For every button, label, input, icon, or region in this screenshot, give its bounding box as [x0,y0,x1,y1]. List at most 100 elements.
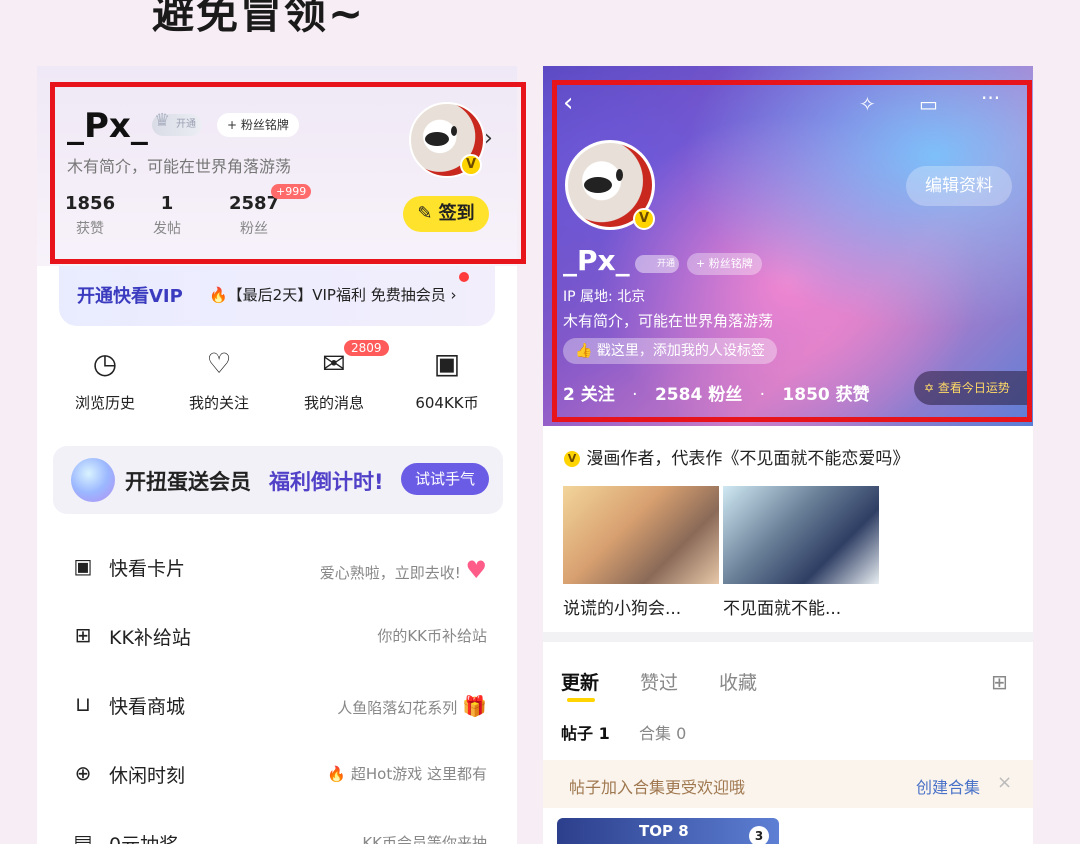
profile-stats: 2 关注 · 2584 粉丝 · 1850 获赞 [563,380,870,405]
gacha-banner[interactable]: 开扭蛋送会员 福利倒计时! 试试手气 [53,446,503,514]
separator: · [759,385,766,405]
creator-line: V 漫画作者，代表作《不见面就不能恋爱吗》 [563,444,909,469]
menu-label: 快看卡片 [109,558,186,580]
menu-item-cards[interactable]: ▣ 快看卡片 爱心熟啦，立即去收! ♥ [37,534,517,602]
clock-icon: ◷ [92,346,118,380]
checkin-label: 签到 [438,203,475,224]
crown-icon: ♛ [154,110,171,131]
avatar-art-eye [616,169,623,181]
fan-badge-button[interactable]: + 粉丝铭牌 [687,253,762,275]
close-icon[interactable]: × [997,772,1012,793]
menu-item-games[interactable]: ⊕ 休闲时刻 🔥 超Hot游戏 这里都有 [37,741,517,809]
follow-count[interactable]: 2 关注 [563,385,615,405]
quick-follows[interactable]: ♡ 我的关注 [169,346,269,413]
menu-item-lottery[interactable]: ▤ 0元抽奖 KK币会员等你来抽 [37,810,517,844]
right-profile-panel: ‹ ✧ ▭ ··· V 编辑资料 _Px_ 开通 + 粉丝铭牌 IP 属地: 北… [543,66,1033,844]
cart-icon: ⊔ [75,692,91,716]
creator-card: V 漫画作者，代表作《不见面就不能恋爱吗》 说谎的小狗会... 不见面就不能..… [543,426,1033,632]
quick-actions: ◷ 浏览历史 ♡ 我的关注 ✉ 我的消息 ▣ 604KK币 [37,346,517,426]
quick-history[interactable]: ◷ 浏览历史 [55,346,155,413]
create-collection-link[interactable]: 创建合集 [916,774,980,798]
username: _Px_ [67,106,148,146]
menu-sub-text: 人鱼陷落幻花系列 [337,699,458,717]
back-icon[interactable]: ‹ [563,88,573,118]
profile-card: _Px_ ♛ 开通 + 粉丝铭牌 木有简介，可能在世界角落游荡 1856 获赞 … [37,66,517,266]
wallet-icon: ▣ [433,346,461,380]
card-icon[interactable]: ▭ [919,92,938,116]
add-tag-button[interactable]: 👍 戳这里，添加我的人设标签 [563,338,777,364]
menu-sub: 人鱼陷落幻花系列 🎁 [337,694,487,718]
edit-profile-button[interactable]: 编辑资料 [906,166,1012,206]
quick-wallet[interactable]: ▣ 604KK币 [397,346,497,413]
profile-bio: 木有简介，可能在世界角落游荡 [563,312,774,330]
more-icon[interactable]: ··· [981,86,1000,110]
profile-bio: 木有简介，可能在世界角落游荡 [67,157,292,176]
verified-icon: V [563,450,581,468]
menu-item-mall[interactable]: ⊔ 快看商城 人鱼陷落幻花系列 🎁 [37,672,517,740]
ip-location: IP 属地: 北京 [563,289,646,305]
comic-cover [723,486,879,584]
tab-favorites[interactable]: 收藏 [719,668,757,695]
notification-dot [459,272,469,282]
gift-box-icon: ⊞ [74,623,92,647]
menu-label: 休闲时刻 [109,765,186,787]
collection-hint: 帖子加入合集更受欢迎哦 创建合集 × [543,760,1033,808]
menu-sub: 爱心熟啦，立即去收! ♥ [320,556,487,584]
creator-text: 漫画作者，代表作《不见面就不能恋爱吗》 [586,449,910,469]
quick-messages-label: 我的消息 [303,394,364,412]
avatar-art-eye [451,126,457,136]
menu-label: 0元抽奖 [109,830,178,844]
post-count-badge: 3 [749,826,769,844]
quick-wallet-label: 604KK币 [415,394,479,412]
gacha-highlight: 福利倒计时! [269,470,384,494]
vip-banner[interactable]: 开通快看VIP 🔥【最后2天】VIP福利 免费抽会员 › [59,266,495,326]
username: _Px_ [563,244,630,277]
fans-count[interactable]: 2584 粉丝 [655,385,742,405]
stat-posts-label: 发帖 [153,221,181,237]
fortune-button[interactable]: ✡ 查看今日运势 [914,371,1032,405]
subtab-collections[interactable]: 合集 0 [639,720,686,744]
menu-item-supply[interactable]: ⊞ KK补给站 你的KK币补给站 [37,603,517,671]
gift-icon: 🎁 [462,694,487,718]
chevron-right-icon[interactable]: › [484,126,493,151]
tab-updates[interactable]: 更新 [561,668,599,695]
fan-badge-button[interactable]: + 粉丝铭牌 [217,113,299,137]
pin-icon[interactable]: ✧ [859,92,876,116]
stat-fans-label: 粉丝 [240,221,269,237]
comic-card[interactable]: 不见面就不能... [723,486,879,619]
level-badge[interactable]: 开通 [635,255,679,273]
stat-fans[interactable]: 2587 粉丝 [229,193,279,238]
post-thumbnail[interactable]: TOP 8 3 [557,818,779,844]
verified-icon: V [460,154,482,176]
hint-text: 帖子加入合集更受欢迎哦 [569,778,746,797]
try-luck-button[interactable]: 试试手气 [401,463,489,495]
stat-likes-num: 1856 [65,193,116,214]
comic-card[interactable]: 说谎的小狗会... [563,486,719,619]
avatar-art [584,177,612,193]
level-badge[interactable]: ♛ 开通 [152,110,202,136]
likes-count[interactable]: 1850 获赞 [782,385,869,405]
messages-badge: 2809 [344,340,389,356]
subtab-posts[interactable]: 帖子 1 [561,720,610,744]
checkin-button[interactable]: ✎ 签到 [403,196,489,232]
menu-sub-text: 爱心熟啦，立即去收! [319,564,461,582]
avatar-art [425,132,449,146]
top-badge: TOP 8 [639,822,689,840]
quick-messages[interactable]: ✉ 我的消息 [284,346,384,413]
verified-icon: V [633,208,655,230]
heart-plus-icon: ♡ [206,346,232,380]
profile-hero: ‹ ✧ ▭ ··· V 编辑资料 _Px_ 开通 + 粉丝铭牌 IP 属地: 北… [543,66,1033,426]
stat-likes[interactable]: 1856 获赞 [65,193,115,238]
menu-sub: 🔥 超Hot游戏 这里都有 [327,763,487,784]
heart-icon: ♥ [465,556,487,584]
left-profile-panel: _Px_ ♛ 开通 + 粉丝铭牌 木有简介，可能在世界角落游荡 1856 获赞 … [37,66,517,844]
tab-liked[interactable]: 赞过 [640,668,678,695]
grid-view-icon[interactable]: ⊞ [991,670,1008,694]
separator: · [632,385,638,405]
menu-label: KK补给站 [109,627,191,649]
stat-posts[interactable]: 1 发帖 [153,193,181,238]
menu-sub: KK币会员等你来抽 [362,834,487,844]
card-icon: ▣ [73,554,93,578]
menu-label: 快看商城 [109,696,186,718]
vip-promo: 🔥【最后2天】VIP福利 免费抽会员 › [209,286,457,304]
